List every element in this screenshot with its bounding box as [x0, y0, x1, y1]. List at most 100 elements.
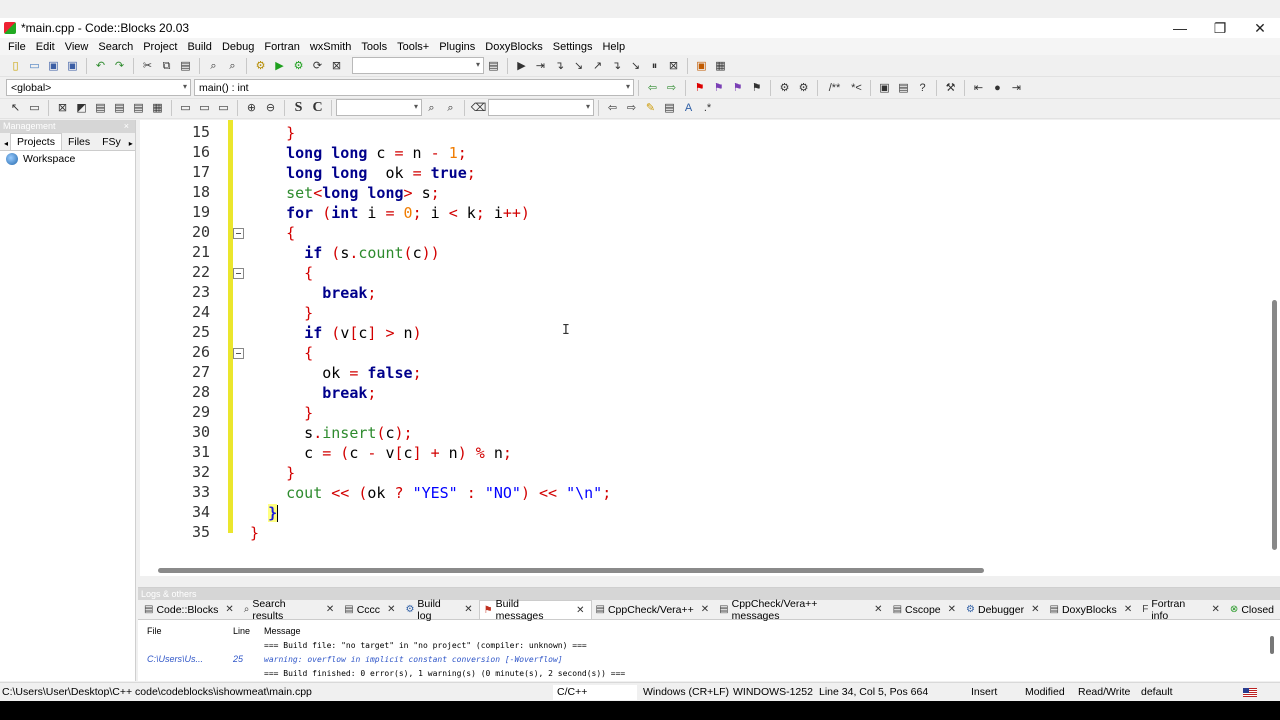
code-line[interactable]: }: [250, 123, 295, 143]
find-next-icon[interactable]: ⇨: [624, 100, 640, 116]
tab-fsymbols[interactable]: FSy: [96, 134, 127, 150]
line-number[interactable]: 19: [150, 203, 210, 221]
rebuild-icon[interactable]: ⟳: [310, 58, 326, 74]
log-tab-build-log[interactable]: ⚙ Build log ✕: [401, 598, 478, 622]
next-instruction-icon[interactable]: ↴: [609, 58, 625, 74]
find-previous-icon[interactable]: ⇦: [605, 100, 621, 116]
open-file-icon[interactable]: ▭: [27, 58, 43, 74]
editor-horizontal-scrollbar-track[interactable]: [140, 566, 1260, 574]
code-line[interactable]: }: [250, 403, 313, 423]
menu-view[interactable]: View: [60, 41, 94, 53]
cross-box-icon[interactable]: ⊠: [55, 100, 71, 116]
line-number[interactable]: 33: [150, 483, 210, 501]
maximize-button[interactable]: ❐: [1200, 18, 1240, 38]
close-tab-icon[interactable]: ✕: [225, 604, 233, 615]
table-row[interactable]: === Build finished: 0 error(s), 1 warnin…: [138, 666, 1262, 680]
line-number[interactable]: 15: [150, 123, 210, 141]
log-tab-cppcheck-vera-messages[interactable]: ▤ CppCheck/Vera++ messages ✕: [715, 598, 888, 622]
frame-icon[interactable]: ▭: [178, 100, 194, 116]
menu-wxsmith[interactable]: wxSmith: [305, 41, 357, 53]
clear-bookmarks-icon[interactable]: ⚑: [749, 80, 765, 96]
zoom-in-icon[interactable]: ⊕: [244, 100, 260, 116]
line-comment-icon[interactable]: *<: [849, 80, 865, 96]
jump-forward-icon[interactable]: ⇨: [664, 80, 680, 96]
table-row[interactable]: === Build file: "no target" in "no proje…: [138, 638, 1262, 652]
zoom-out-icon[interactable]: ⊖: [263, 100, 279, 116]
code-line[interactable]: s.insert(c);: [250, 423, 412, 443]
line-number[interactable]: 32: [150, 463, 210, 481]
code-line[interactable]: c = (c - v[c] + n) % n;: [250, 443, 512, 463]
editor-vertical-scrollbar[interactable]: [1272, 300, 1277, 550]
search-options-icon[interactable]: ⌕: [443, 100, 459, 116]
align-center-icon[interactable]: ▤: [112, 100, 128, 116]
log-tab-fortran-info[interactable]: F Fortran info ✕: [1138, 598, 1226, 622]
close-tab-icon[interactable]: ✕: [387, 604, 395, 615]
line-number[interactable]: 20: [150, 223, 210, 241]
bold-s-icon[interactable]: S: [291, 100, 307, 116]
copy-icon[interactable]: ⧉: [159, 58, 175, 74]
abort-icon[interactable]: ⊠: [329, 58, 345, 74]
close-tab-icon[interactable]: ✕: [1031, 604, 1039, 615]
close-tab-icon[interactable]: ✕: [576, 605, 584, 616]
log-tab-cccc[interactable]: ▤ Cccc ✕: [340, 600, 401, 619]
frame3-icon[interactable]: ▭: [216, 100, 232, 116]
line-number[interactable]: 25: [150, 323, 210, 341]
menu-fortran[interactable]: Fortran: [259, 41, 304, 53]
code-line[interactable]: for (int i = 0; i < k; i++): [250, 203, 530, 223]
line-number[interactable]: 21: [150, 243, 210, 261]
align-justify-icon[interactable]: ▦: [150, 100, 166, 116]
stop-debug-icon[interactable]: ⊠: [666, 58, 682, 74]
workspace-node[interactable]: Workspace: [0, 151, 135, 167]
next-bookmark-icon[interactable]: ⚑: [730, 80, 746, 96]
log-tab-code-blocks[interactable]: ▤ Code::Blocks ✕: [140, 600, 240, 619]
close-management-icon[interactable]: ×: [124, 120, 129, 133]
build-target-combo[interactable]: ▾: [352, 57, 484, 74]
clear-search-icon[interactable]: ⌫: [471, 100, 487, 116]
code-line[interactable]: }: [250, 523, 259, 543]
block-comment-icon[interactable]: /**: [824, 80, 846, 96]
logs-scrollbar[interactable]: [1270, 636, 1274, 654]
doxy-extract-icon[interactable]: ⚙: [796, 80, 812, 96]
replace-icon[interactable]: ⌕: [225, 58, 241, 74]
column-line[interactable]: Line: [224, 626, 255, 636]
line-number[interactable]: 16: [150, 143, 210, 161]
menu-help[interactable]: Help: [597, 41, 630, 53]
build-icon[interactable]: ⚙: [253, 58, 269, 74]
wrench-icon[interactable]: ⚒: [943, 80, 959, 96]
table-row[interactable]: C:\Users\Us... 25 warning: overflow in imp…: [138, 652, 1262, 666]
incremental-search-combo[interactable]: ▾: [488, 99, 594, 116]
code-line[interactable]: {: [250, 223, 295, 243]
line-number[interactable]: 22: [150, 263, 210, 281]
close-window-button[interactable]: ✕: [1240, 18, 1280, 38]
code-line[interactable]: if (v[c] > n): [250, 323, 421, 343]
find-icon[interactable]: ⌕: [206, 58, 222, 74]
close-tab-icon[interactable]: ✕: [701, 604, 709, 615]
rect-select-icon[interactable]: ▭: [27, 100, 43, 116]
tab-scroll-right-icon[interactable]: ▸: [127, 137, 135, 150]
code-line[interactable]: cout << (ok ? "YES" : "NO") << "\n";: [250, 483, 611, 503]
menu-edit[interactable]: Edit: [31, 41, 60, 53]
debug-info-icon[interactable]: ▦: [713, 58, 729, 74]
line-number[interactable]: 23: [150, 283, 210, 301]
redo-icon[interactable]: ↷: [112, 58, 128, 74]
search-combo[interactable]: ▾: [336, 99, 422, 116]
menu-debug[interactable]: Debug: [217, 41, 259, 53]
bold-c-icon[interactable]: C: [310, 100, 326, 116]
chm-icon[interactable]: ▤: [896, 80, 912, 96]
jump-end-icon[interactable]: ⇥: [1009, 80, 1025, 96]
line-number[interactable]: 26: [150, 343, 210, 361]
align-left-icon[interactable]: ▤: [93, 100, 109, 116]
log-tab-cppcheck-vera[interactable]: ▤ CppCheck/Vera++ ✕: [592, 600, 716, 619]
diagonal-box-icon[interactable]: ◩: [74, 100, 90, 116]
line-number[interactable]: 24: [150, 303, 210, 321]
fold-toggle-icon[interactable]: [233, 228, 244, 239]
code-line[interactable]: }: [250, 303, 313, 323]
previous-bookmark-icon[interactable]: ⚑: [711, 80, 727, 96]
target-options-icon[interactable]: ▤: [486, 58, 502, 74]
fold-toggle-icon[interactable]: [233, 348, 244, 359]
new-file-icon[interactable]: ▯: [8, 58, 24, 74]
log-tab-cscope[interactable]: ▤ Cscope ✕: [889, 600, 962, 619]
code-line[interactable]: {: [250, 343, 313, 363]
toggle-bookmark-icon[interactable]: ⚑: [692, 80, 708, 96]
log-tab-closed[interactable]: ⊗ Closed: [1226, 600, 1280, 619]
